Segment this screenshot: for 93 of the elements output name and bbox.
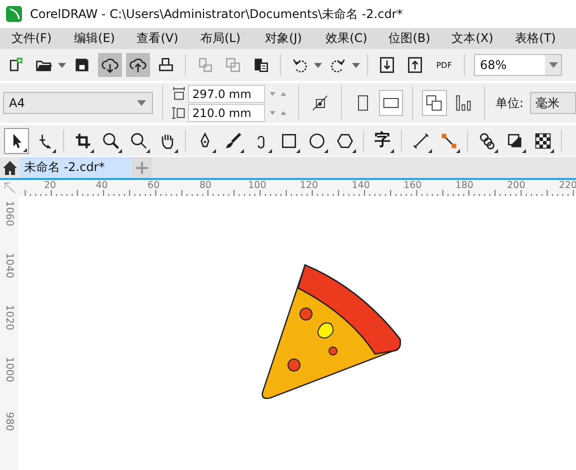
bars-icon bbox=[454, 94, 472, 112]
ruler-label: 1000 bbox=[4, 356, 14, 384]
import-icon bbox=[378, 56, 396, 74]
flyout-icon bbox=[428, 148, 432, 152]
copy-icon bbox=[224, 56, 242, 74]
toolbar-button[interactable] bbox=[126, 53, 150, 77]
ruler-label: 1040 bbox=[4, 252, 14, 280]
stacked-pages-icon bbox=[425, 94, 444, 112]
transparency-icon bbox=[534, 132, 552, 150]
flyout-icon bbox=[352, 148, 356, 152]
flyout-icon bbox=[23, 148, 27, 152]
menu-item[interactable]: 表格(T) bbox=[504, 30, 567, 47]
menu-item[interactable]: 文本(X) bbox=[441, 30, 504, 47]
ruler-origin-icon bbox=[4, 182, 16, 194]
home-icon bbox=[2, 160, 18, 176]
copy-icon bbox=[196, 56, 214, 74]
flyout-icon bbox=[174, 148, 178, 152]
menu-item[interactable]: 布局(L) bbox=[189, 30, 252, 47]
caret-icon bbox=[137, 100, 146, 106]
page-layout-icon bbox=[311, 94, 330, 112]
ruler-label: 1060 bbox=[4, 200, 14, 228]
export-icon bbox=[406, 56, 424, 74]
menu-item[interactable]: 文件(F) bbox=[0, 30, 63, 47]
ruler-label: 140 bbox=[352, 180, 370, 191]
flyout-icon bbox=[118, 148, 122, 152]
ruler-label: 120 bbox=[300, 180, 318, 191]
height-field[interactable]: 210.0 mm bbox=[188, 104, 266, 122]
landscape-button[interactable] bbox=[379, 90, 404, 116]
caret-icon[interactable] bbox=[58, 62, 66, 68]
print-icon bbox=[157, 56, 175, 74]
units-label: 单位: bbox=[496, 94, 524, 112]
ruler-label: 60 bbox=[148, 180, 160, 191]
toolbar-button[interactable] bbox=[98, 53, 122, 77]
page-height-icon bbox=[172, 106, 186, 120]
caret-icon[interactable] bbox=[352, 62, 360, 68]
menu-item[interactable]: 对象(J) bbox=[252, 30, 315, 47]
menu-item[interactable]: 位图(B) bbox=[378, 30, 441, 47]
ruler-label: 1020 bbox=[4, 304, 14, 332]
tool-button[interactable] bbox=[4, 128, 29, 154]
polygon-icon bbox=[336, 132, 354, 150]
flyout-icon bbox=[494, 148, 498, 152]
brush-icon bbox=[224, 132, 242, 150]
flyout-icon bbox=[296, 148, 300, 152]
ruler-label: 40 bbox=[96, 180, 108, 191]
connector-icon bbox=[440, 132, 458, 150]
flyout-icon bbox=[52, 148, 56, 152]
page-width-icon bbox=[172, 86, 186, 100]
window-title: CorelDRAW - C:\Users\Administrator\Documents\未命名 -2.cdr* bbox=[30, 6, 403, 22]
page-size-dropdown[interactable]: A4 bbox=[3, 92, 154, 114]
flyout-icon bbox=[240, 148, 244, 152]
search-icon bbox=[130, 132, 148, 150]
units-dropdown[interactable]: 毫米 bbox=[530, 92, 576, 114]
flyout-icon bbox=[268, 148, 272, 152]
menu-item[interactable]: 编辑(E) bbox=[63, 30, 126, 47]
ruler-label: 20 bbox=[44, 180, 56, 191]
flyout-icon bbox=[522, 148, 526, 152]
caret-icon bbox=[548, 62, 558, 68]
flyout-icon bbox=[146, 148, 150, 152]
blend-icon bbox=[478, 132, 496, 150]
caret-icon[interactable] bbox=[314, 62, 322, 68]
ruler-label: 980 bbox=[4, 410, 14, 434]
rectangle-icon bbox=[280, 132, 298, 150]
all-pages-button[interactable] bbox=[422, 90, 447, 116]
pdf-export-button[interactable]: PDF bbox=[431, 53, 457, 77]
menu-item[interactable]: 查看(V) bbox=[126, 30, 189, 47]
paste-icon bbox=[252, 56, 270, 74]
cloud-upload-icon bbox=[129, 56, 147, 74]
cloud-download-icon bbox=[101, 56, 119, 74]
app-logo-icon bbox=[6, 6, 22, 22]
ellipse-icon bbox=[308, 132, 326, 150]
drop-shadow-icon bbox=[506, 132, 524, 150]
crop-icon bbox=[74, 132, 92, 150]
flyout-icon bbox=[324, 148, 328, 152]
zoom-icon bbox=[102, 132, 120, 150]
ruler-label: 180 bbox=[455, 180, 474, 191]
ruler-label: 200 bbox=[507, 180, 526, 191]
tool-button[interactable]: 字 bbox=[370, 128, 395, 154]
flyout-icon bbox=[90, 148, 94, 152]
flyout-icon bbox=[550, 148, 554, 152]
ruler-label: 80 bbox=[199, 180, 212, 191]
flyout-icon bbox=[212, 148, 216, 152]
ruler-label: 160 bbox=[404, 180, 422, 191]
document-tab[interactable]: 未命名 -2.cdr* bbox=[20, 157, 132, 178]
ruler-label: 100 bbox=[248, 180, 266, 191]
flyout-icon bbox=[456, 148, 460, 152]
new-document-icon bbox=[7, 56, 25, 74]
zoom-dropdown[interactable]: 68% bbox=[474, 54, 562, 76]
flyout-icon bbox=[390, 148, 394, 152]
menu-item[interactable]: 效果(C) bbox=[315, 30, 378, 47]
plus-icon bbox=[136, 162, 148, 174]
save-icon bbox=[73, 56, 91, 74]
line-icon bbox=[412, 132, 430, 150]
width-field[interactable]: 297.0 mm bbox=[188, 84, 266, 102]
